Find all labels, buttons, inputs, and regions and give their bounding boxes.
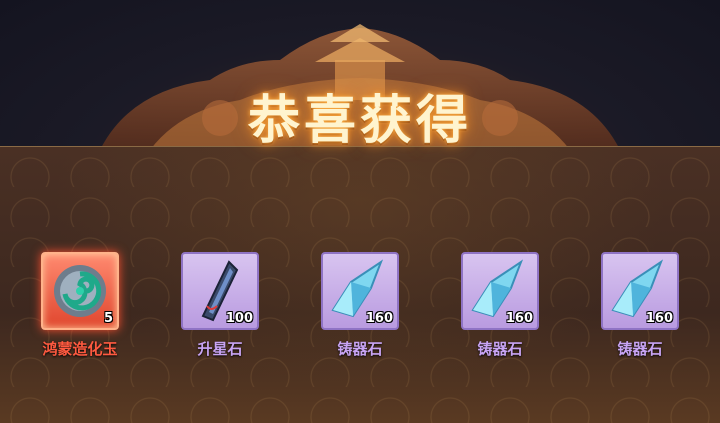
- item-name: 鸿蒙造化玉: [42, 340, 118, 358]
- item-count: 100: [225, 311, 253, 326]
- reward-title: 恭喜获得: [247, 90, 472, 151]
- item-slot[interactable]: 160: [321, 252, 399, 330]
- reward-item[interactable]: 160 铸器石: [310, 252, 410, 359]
- item-name: 铸器石: [477, 340, 523, 358]
- item-slot[interactable]: 160: [601, 252, 679, 330]
- item-slot[interactable]: 5: [41, 252, 119, 330]
- item-name: 升星石: [197, 340, 243, 358]
- reward-item[interactable]: 100 升星石: [170, 252, 270, 359]
- item-slot[interactable]: 160: [461, 252, 539, 330]
- item-count: 160: [645, 311, 673, 326]
- item-count: 5: [103, 311, 113, 326]
- item-count: 160: [365, 311, 393, 326]
- item-name: 铸器石: [617, 340, 663, 358]
- reward-items: 5 鸿蒙造化玉 100 升星石 160 铸器石 160 铸器石 160 铸器石: [0, 252, 720, 372]
- reward-item[interactable]: 160 铸器石: [590, 252, 690, 359]
- item-name: 铸器石: [337, 340, 383, 358]
- item-slot[interactable]: 100: [181, 252, 259, 330]
- reward-item[interactable]: 160 铸器石: [450, 252, 550, 359]
- item-count: 160: [505, 311, 533, 326]
- reward-item[interactable]: 5 鸿蒙造化玉: [30, 252, 130, 359]
